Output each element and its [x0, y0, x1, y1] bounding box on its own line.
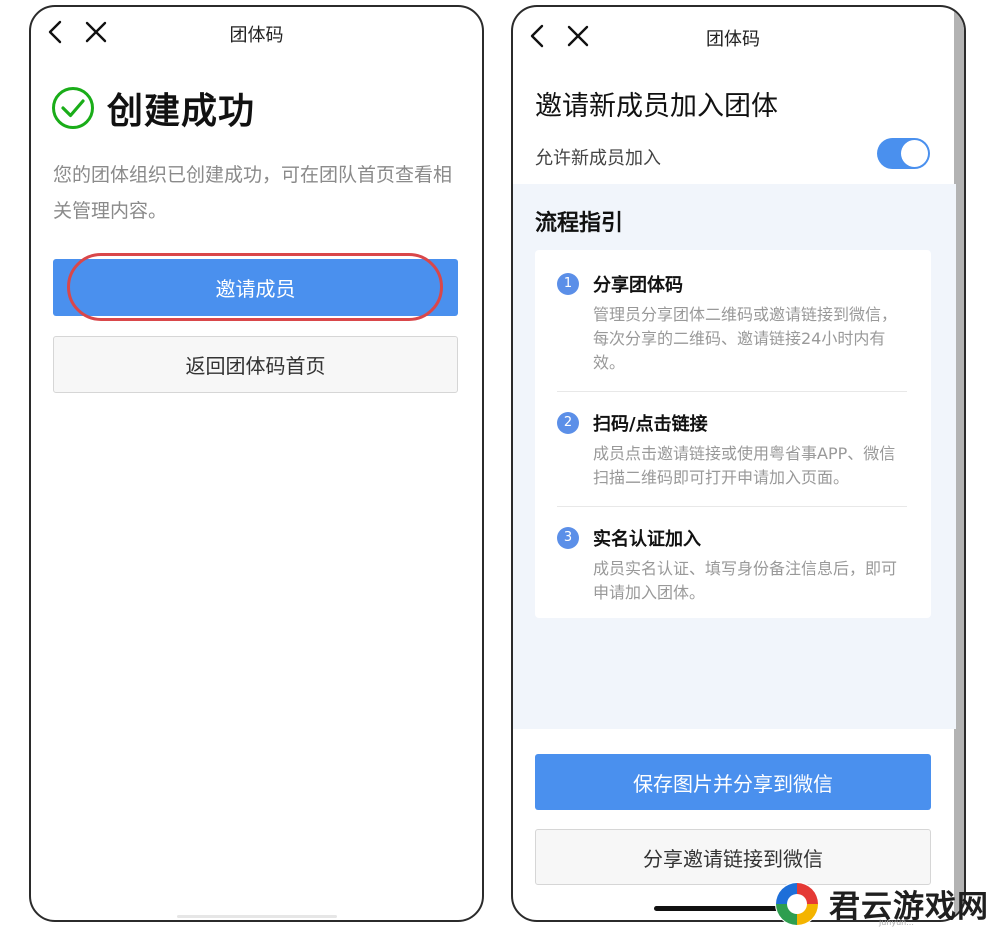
success-description: 您的团体组织已创建成功，可在团队首页查看相关管理内容。 [53, 164, 453, 222]
watermark-logo-icon [775, 882, 819, 926]
guide-title: 流程指引 [535, 211, 624, 236]
check-circle-icon [52, 87, 94, 129]
step-title: 分享团体码 [593, 275, 683, 296]
allow-new-members-toggle[interactable] [877, 138, 930, 169]
watermark-subtext: junyun... [879, 918, 914, 927]
guide-card: 1 分享团体码 管理员分享团体二维码或邀请链接到微信，每次分享的二维码、邀请链接… [535, 250, 931, 618]
step-description: 管理员分享团体二维码或邀请链接到微信，每次分享的二维码、邀请链接24小时内有效。 [593, 305, 898, 372]
step-title: 扫码/点击链接 [593, 414, 708, 435]
share-link-wechat-button[interactable]: 分享邀请链接到微信 [535, 829, 931, 885]
watermark: 君云游戏网 junyun... [773, 878, 995, 930]
step-description: 成员点击邀请链接或使用粤省事APP、微信扫描二维码即可打开申请加入页面。 [593, 444, 896, 487]
save-image-share-wechat-button[interactable]: 保存图片并分享到微信 [535, 754, 931, 810]
step-number-badge: 2 [557, 412, 579, 434]
phone-screen-created: 团体码 创建成功 您的团体组织已创建成功，可在团队首页查看相关管理内容。 邀请成… [29, 5, 484, 922]
nav-title: 团体码 [229, 25, 284, 46]
step-number-badge: 1 [557, 273, 579, 295]
navbar: 团体码 [31, 7, 482, 57]
step-description: 成员实名认证、填写身份备注信息后，即可申请加入团体。 [593, 559, 898, 602]
success-header: 创建成功 [51, 85, 256, 132]
invite-title: 邀请新成员加入团体 [535, 91, 778, 122]
step-title: 实名认证加入 [593, 529, 701, 550]
step-number-badge: 3 [557, 527, 579, 549]
divider [557, 506, 907, 507]
allow-new-members-label: 允许新成员加入 [535, 148, 661, 169]
navbar: 团体码 [513, 7, 964, 57]
home-indicator [177, 915, 337, 918]
divider [557, 391, 907, 392]
nav-title: 团体码 [706, 29, 760, 50]
success-title: 创建成功 [107, 91, 256, 132]
phone-screen-invite: 团体码 邀请新成员加入团体 允许新成员加入 流程指引 1 分享团体码 管理员分享… [511, 5, 966, 922]
back-to-home-button[interactable]: 返回团体码首页 [53, 336, 458, 393]
toggle-knob [901, 140, 928, 167]
invite-members-button[interactable]: 邀请成员 [53, 259, 458, 316]
